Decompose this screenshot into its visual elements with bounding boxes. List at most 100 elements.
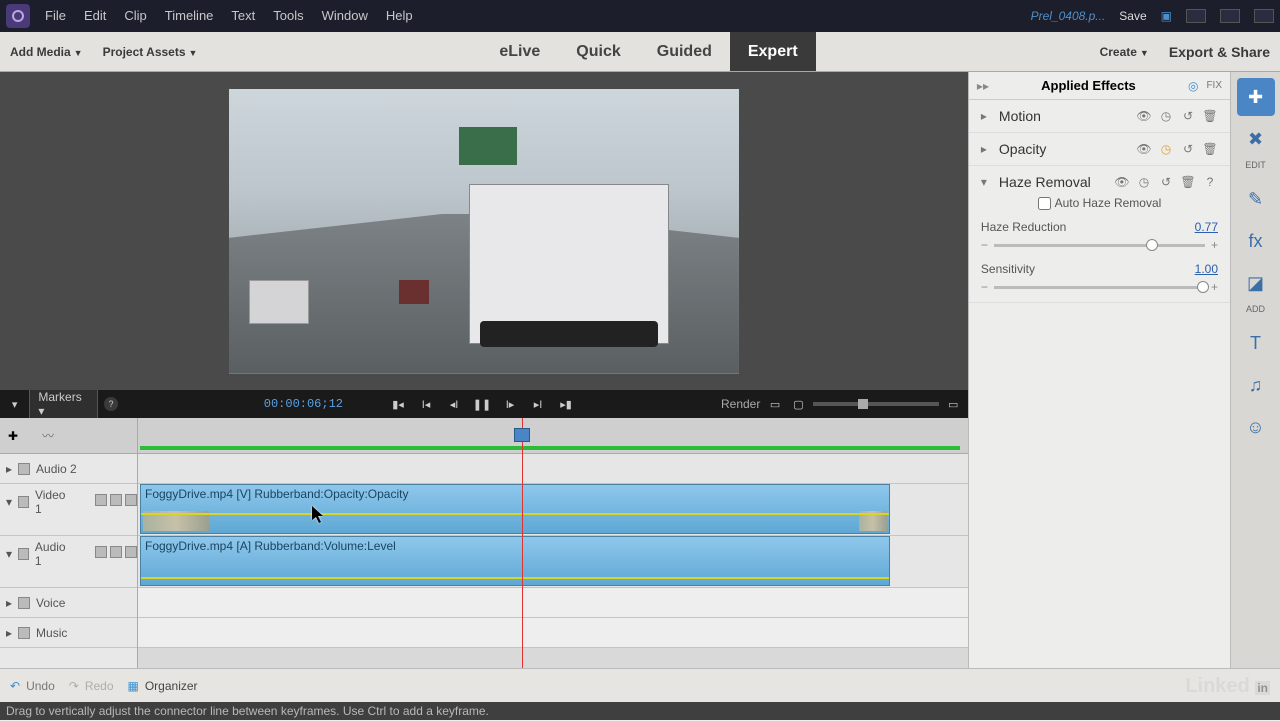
decrement-icon[interactable]: − <box>981 238 988 252</box>
playhead[interactable] <box>522 418 523 668</box>
redo-button[interactable]: ↷Redo <box>69 679 114 693</box>
param-value[interactable]: 1.00 <box>1195 262 1218 276</box>
collapse-icon[interactable]: ▾ <box>6 495 12 509</box>
panel-collapse-icon[interactable]: ▸▸ <box>977 79 989 93</box>
sensitivity-slider[interactable] <box>994 286 1205 289</box>
mode-expert[interactable]: Expert <box>730 32 816 71</box>
menu-timeline[interactable]: Timeline <box>156 0 223 32</box>
effect-haze-removal[interactable]: ▾ Haze Removal 👁 ◷ ↺ 🗑 ? Auto Haze Remov… <box>969 166 1230 303</box>
volume-rubberband[interactable] <box>141 577 889 579</box>
frame-back-icon[interactable]: ◂I <box>445 396 463 412</box>
undo-button[interactable]: ↶Undo <box>10 679 55 693</box>
tool-fix[interactable]: ✖ <box>1237 120 1275 158</box>
step-forward-icon[interactable]: ▸I <box>529 396 547 412</box>
pause-icon[interactable]: ❚❚ <box>473 396 491 412</box>
chevron-down-icon[interactable]: ▾ <box>6 396 23 412</box>
tool-fx[interactable]: fx <box>1237 222 1275 260</box>
track-header-music[interactable]: ▸ Music <box>0 618 137 648</box>
music-icon[interactable] <box>18 627 30 639</box>
filmstrip-icon[interactable] <box>18 496 29 508</box>
clip-audio1[interactable]: FoggyDrive.mp4 [A] Rubberband:Volume:Lev… <box>140 536 890 586</box>
timecode[interactable]: 00:00:06;12 <box>264 397 343 411</box>
reset-icon[interactable]: ↺ <box>1158 174 1174 190</box>
opacity-rubberband[interactable] <box>141 513 889 515</box>
chevron-down-icon[interactable]: ▾ <box>981 175 991 189</box>
playhead-handle[interactable] <box>514 428 530 442</box>
track-header-video1[interactable]: ▾ Video 1 <box>0 484 137 536</box>
mode-guided[interactable]: Guided <box>639 32 730 71</box>
minimize-button[interactable] <box>1186 9 1206 23</box>
reset-icon[interactable]: ↺ <box>1180 108 1196 124</box>
reset-icon[interactable]: ↺ <box>1180 141 1196 157</box>
fullscreen-icon[interactable]: ▢ <box>790 396 807 412</box>
menu-file[interactable]: File <box>36 0 75 32</box>
timeline-zoom-slider[interactable] <box>813 402 938 406</box>
track-header-audio1[interactable]: ▾ Audio 1 <box>0 536 137 588</box>
keyframe-add-icon[interactable] <box>110 546 122 558</box>
tool-music[interactable]: ♫ <box>1237 366 1275 404</box>
trash-icon[interactable]: 🗑 <box>1180 174 1196 190</box>
trash-icon[interactable]: 🗑 <box>1202 141 1218 157</box>
export-share-button[interactable]: Export & Share <box>1159 32 1280 72</box>
expand-icon[interactable]: ▸ <box>6 596 12 610</box>
effect-motion[interactable]: ▸ Motion 👁 ◷ ↺ 🗑 <box>969 100 1230 133</box>
expand-icon[interactable]: ▸ <box>6 626 12 640</box>
preview-monitor[interactable] <box>0 72 968 390</box>
chevron-right-icon[interactable]: ▸ <box>981 142 991 156</box>
decrement-icon[interactable]: − <box>981 280 988 294</box>
eye-icon[interactable]: 👁 <box>1114 174 1130 190</box>
clip-video1[interactable]: FoggyDrive.mp4 [V] Rubberband:Opacity:Op… <box>140 484 890 534</box>
render-button[interactable]: Render <box>721 397 760 411</box>
stopwatch-icon[interactable]: ◷ <box>1136 174 1152 190</box>
eye-icon[interactable]: 👁 <box>1136 141 1152 157</box>
markers-dropdown[interactable]: Markers ▾ <box>29 387 98 421</box>
save-button[interactable]: Save <box>1119 9 1146 23</box>
tool-color[interactable]: ◪ <box>1237 264 1275 302</box>
keyframe-next-icon[interactable] <box>125 494 137 506</box>
effect-opacity[interactable]: ▸ Opacity 👁 ◷ ↺ 🗑 <box>969 133 1230 166</box>
goto-end-icon[interactable]: ▸▮ <box>557 396 575 412</box>
create-button[interactable]: Create▼ <box>1090 31 1159 73</box>
track-header-audio2[interactable]: ▸ Audio 2 <box>0 454 137 484</box>
mode-quick[interactable]: Quick <box>558 32 638 71</box>
speaker-icon[interactable] <box>18 548 29 560</box>
help-icon[interactable]: ? <box>104 397 118 411</box>
add-media-button[interactable]: Add Media▼ <box>0 31 93 73</box>
safe-margins-icon[interactable]: ▭ <box>766 396 783 412</box>
speaker-icon[interactable] <box>18 463 30 475</box>
menu-edit[interactable]: Edit <box>75 0 115 32</box>
haze-reduction-slider[interactable] <box>994 244 1205 247</box>
menu-help[interactable]: Help <box>377 0 422 32</box>
tool-fx-pen[interactable]: ✎ <box>1237 180 1275 218</box>
razor-tool-icon[interactable]: 〰 <box>42 427 54 444</box>
cloud-sync-icon[interactable]: ▣ <box>1161 9 1172 23</box>
tool-titles[interactable]: T <box>1237 324 1275 362</box>
keyframe-add-icon[interactable] <box>110 494 122 506</box>
selection-tool-icon[interactable]: ✚ <box>8 429 18 443</box>
expand-icon[interactable]: ▸ <box>6 462 12 476</box>
work-area-bar[interactable] <box>140 446 960 450</box>
tool-adjust[interactable]: ✚ <box>1237 78 1275 116</box>
goto-start-icon[interactable]: ▮◂ <box>389 396 407 412</box>
tool-emoji[interactable]: ☺ <box>1237 408 1275 446</box>
project-assets-button[interactable]: Project Assets▼ <box>93 31 208 73</box>
menu-text[interactable]: Text <box>222 0 264 32</box>
auto-haze-checkbox[interactable] <box>1038 197 1051 210</box>
mic-icon[interactable] <box>18 597 30 609</box>
help-icon[interactable]: ? <box>1202 174 1218 190</box>
mode-elive[interactable]: eLive <box>481 32 558 71</box>
keyframe-prev-icon[interactable] <box>95 546 107 558</box>
frame-forward-icon[interactable]: I▸ <box>501 396 519 412</box>
collapse-icon[interactable]: ▾ <box>6 547 12 561</box>
target-icon[interactable]: ◎ <box>1188 79 1198 93</box>
close-button[interactable] <box>1254 9 1274 23</box>
track-header-voice[interactable]: ▸ Voice <box>0 588 137 618</box>
eye-icon[interactable]: 👁 <box>1136 108 1152 124</box>
keyframe-next-icon[interactable] <box>125 546 137 558</box>
menu-clip[interactable]: Clip <box>115 0 155 32</box>
param-value[interactable]: 0.77 <box>1195 220 1218 234</box>
fit-icon[interactable]: ▭ <box>945 396 962 412</box>
increment-icon[interactable]: + <box>1211 280 1218 294</box>
stopwatch-icon[interactable]: ◷ <box>1158 141 1174 157</box>
organizer-button[interactable]: ▦Organizer <box>128 679 198 693</box>
